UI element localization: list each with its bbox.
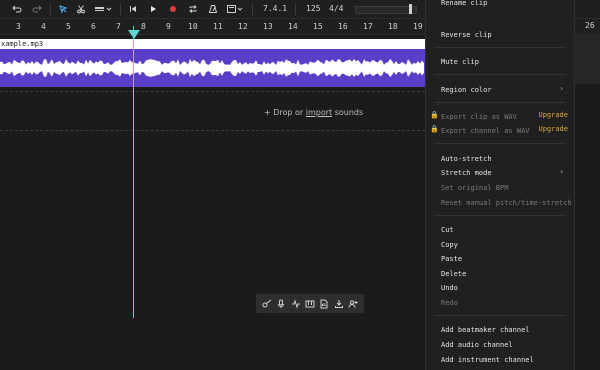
- import-link[interactable]: import: [306, 108, 332, 117]
- loop-icon[interactable]: [186, 2, 200, 16]
- menu-item-stretch-mode[interactable]: Stretch mode: [441, 167, 492, 179]
- ruler-tick: 16: [338, 22, 348, 31]
- add-user-icon[interactable]: [348, 299, 358, 309]
- metronome-icon[interactable]: [206, 2, 220, 16]
- ruler-tick: 26: [585, 21, 595, 30]
- chevron-right-icon: ›: [559, 167, 564, 176]
- version-display: 7.4.1: [263, 4, 288, 13]
- ruler-tick: 8: [141, 22, 146, 31]
- menu-item-redo: Redo: [441, 299, 458, 307]
- bpm-display[interactable]: 125: [306, 4, 320, 13]
- menu-item-reset-stretch: Reset manual pitch/time-stretch: [441, 199, 572, 207]
- toolbar-separator: [295, 3, 296, 15]
- menu-item-add-audio-channel[interactable]: Add audio channel: [441, 339, 513, 351]
- menu-item-rename-clip[interactable]: Rename clip: [441, 0, 487, 9]
- upgrade-badge[interactable]: Upgrade: [538, 111, 568, 119]
- ruler-tick: 12: [238, 22, 248, 31]
- ruler-tick: 4: [41, 22, 46, 31]
- ruler-tick: 3: [16, 22, 21, 31]
- drop-sounds-hint: + Drop or import sounds: [264, 108, 363, 117]
- menu-separator: [434, 143, 566, 144]
- ruler-tick: 7: [116, 22, 121, 31]
- skip-back-icon[interactable]: [126, 2, 140, 16]
- sample-icon[interactable]: [319, 299, 329, 309]
- menu-separator: [434, 74, 566, 75]
- menu-separator: [434, 215, 566, 216]
- menu-item-region-color[interactable]: Region color: [441, 84, 571, 96]
- menu-item-delete[interactable]: Delete: [441, 268, 466, 280]
- menu-separator: [434, 315, 566, 316]
- menu-separator: [434, 102, 566, 103]
- chevron-right-icon: ›: [559, 84, 564, 93]
- menu-item-undo[interactable]: Undo: [441, 282, 458, 294]
- keyboard-icon[interactable]: [305, 299, 315, 309]
- toolbar-separator: [120, 3, 121, 15]
- menu-item-auto-stretch[interactable]: Auto-stretch: [441, 153, 492, 165]
- position-slider-handle[interactable]: [409, 4, 412, 14]
- audio-clip-waveform[interactable]: [0, 49, 425, 87]
- ruler-tick: 14: [288, 22, 298, 31]
- ruler-tick: 15: [313, 22, 323, 31]
- menu-item-export-channel-wav: Export channel as WAV: [441, 127, 530, 135]
- menu-item-label: Region color: [441, 86, 492, 94]
- record-icon[interactable]: [166, 2, 180, 16]
- toolbar-separator: [252, 3, 253, 15]
- microphone-icon[interactable]: [276, 299, 286, 309]
- playhead-line[interactable]: [133, 26, 134, 318]
- lock-icon: 🔒: [430, 111, 439, 119]
- ruler-tick: 18: [388, 22, 398, 31]
- menu-item-set-original-bpm: Set original BPM: [441, 184, 509, 192]
- drop-hint-text: + Drop or: [264, 108, 306, 117]
- menu-item-copy[interactable]: Copy: [441, 239, 458, 251]
- clip-name[interactable]: xample.mp3: [0, 39, 425, 49]
- scissors-icon[interactable]: [74, 2, 88, 16]
- menu-item-paste[interactable]: Paste: [441, 253, 462, 265]
- playhead-marker[interactable]: [128, 30, 140, 39]
- track-divider: [0, 91, 425, 92]
- menu-item-export-clip-wav: Export clip as WAV: [441, 113, 517, 121]
- ruler-tick: 11: [213, 22, 223, 31]
- tempo-icon[interactable]: [224, 2, 246, 16]
- position-slider[interactable]: [355, 6, 417, 14]
- ruler-tick: 10: [188, 22, 198, 31]
- snap-icon[interactable]: [92, 2, 114, 16]
- upgrade-badge[interactable]: Upgrade: [538, 125, 568, 133]
- redo-icon[interactable]: [30, 2, 44, 16]
- pointer-icon[interactable]: [56, 2, 70, 16]
- ruler-tick: 9: [166, 22, 171, 31]
- menu-item-cut[interactable]: Cut: [441, 224, 454, 236]
- toolbar-separator: [50, 3, 51, 15]
- menu-item-add-beatmaker-channel[interactable]: Add beatmaker channel: [441, 324, 530, 336]
- drop-hint-suffix: sounds: [332, 108, 364, 117]
- lock-icon: 🔒: [430, 125, 439, 133]
- menu-item-mute-clip[interactable]: Mute clip: [441, 56, 479, 68]
- menu-item-reverse-clip[interactable]: Reverse clip: [441, 29, 492, 41]
- ruler-tick: 19: [413, 22, 423, 31]
- track-overflow-area: [572, 34, 600, 84]
- ruler-tick: 13: [263, 22, 273, 31]
- play-icon[interactable]: [146, 2, 160, 16]
- ruler-tick: 6: [91, 22, 96, 31]
- clip-context-menu: Rename clip Reverse clip Mute clip Regio…: [425, 0, 575, 370]
- download-icon[interactable]: [334, 299, 344, 309]
- ruler-tick: 5: [66, 22, 71, 31]
- time-signature-display[interactable]: 4/4: [329, 4, 343, 13]
- menu-item-add-instrument-channel[interactable]: Add instrument channel: [441, 354, 534, 366]
- undo-icon[interactable]: [10, 2, 24, 16]
- guitar-icon[interactable]: [262, 299, 272, 309]
- ruler-tick: 17: [363, 22, 373, 31]
- menu-separator: [434, 47, 566, 48]
- add-track-toolbar: [256, 294, 364, 313]
- synth-icon[interactable]: [291, 298, 301, 309]
- track-divider: [0, 130, 425, 131]
